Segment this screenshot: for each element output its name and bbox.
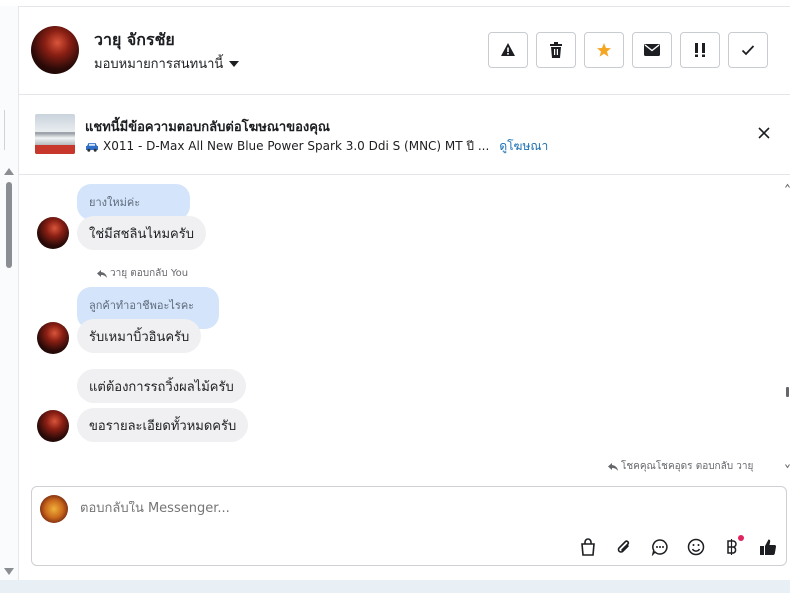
like-button[interactable] xyxy=(756,535,780,559)
trash-icon xyxy=(550,42,562,58)
chevron-down-icon xyxy=(229,60,240,67)
contact-avatar[interactable] xyxy=(31,26,79,74)
delete-button[interactable] xyxy=(536,32,576,68)
message-bubble[interactable]: ใช่มีสชลินไหมครับ xyxy=(77,216,206,250)
warning-icon xyxy=(501,43,515,56)
chat-bubble-icon xyxy=(651,539,668,556)
bottom-edge xyxy=(0,580,790,593)
smiley-icon xyxy=(687,538,705,556)
star-icon xyxy=(597,43,611,57)
payment-button[interactable] xyxy=(720,535,744,559)
notification-dot xyxy=(738,535,744,541)
baht-icon xyxy=(727,539,737,555)
message-bubble[interactable]: แต่ต้องการรถวิ้งผลไม้ครับ xyxy=(77,369,246,403)
message-bubble[interactable]: ขอรายละเอียดทั้วหมดครับ xyxy=(77,408,249,442)
close-icon[interactable] xyxy=(756,125,772,141)
attach-button[interactable] xyxy=(612,535,636,559)
ad-thumbnail xyxy=(35,114,75,154)
mail-icon xyxy=(644,44,660,56)
composer-toolbar xyxy=(576,535,780,559)
reply-arrow-icon xyxy=(97,269,107,278)
ad-banner-title: แชทนี้มีข้อความตอบกลับต่อโฆษณาของคุณ xyxy=(85,120,330,135)
reply-input[interactable] xyxy=(80,501,730,516)
quoted-message[interactable]: ยางใหม่ค่ะ xyxy=(77,184,190,220)
mark-unread-button[interactable] xyxy=(632,32,672,68)
follow-up-button[interactable] xyxy=(680,32,720,68)
star-button[interactable] xyxy=(584,32,624,68)
message-bubble[interactable]: รับเหมาบิ้วอินครับ xyxy=(77,319,202,353)
sender-avatar[interactable] xyxy=(37,322,69,354)
assign-conversation-dropdown[interactable]: มอบหมายการสนทนานี้ xyxy=(94,53,240,74)
header-actions xyxy=(488,32,768,68)
mark-done-button[interactable] xyxy=(728,32,768,68)
mark-spam-button[interactable] xyxy=(488,32,528,68)
reply-arrow-icon xyxy=(608,462,618,471)
conversation-header: วายุ จักรชัย มอบหมายการสนทนานี้ xyxy=(19,6,790,95)
contact-name[interactable]: วายุ จักรชัย xyxy=(94,28,175,53)
chat-scrollbar[interactable] xyxy=(4,168,14,578)
follow-up-icon xyxy=(695,43,705,57)
reply-indicator-text: โชคคุณโชคอุดร ตอบกลับ วายุ xyxy=(621,461,754,472)
page-avatar xyxy=(40,495,68,523)
shop-button[interactable] xyxy=(576,535,600,559)
thumbs-up-icon xyxy=(760,539,777,556)
emoji-button[interactable] xyxy=(684,535,708,559)
message-thread: ยางใหม่ค่ะ ใช่มีสชลินไหมครับ วายุ ตอบกลั… xyxy=(19,175,790,485)
paperclip-icon xyxy=(617,540,630,553)
assign-label: มอบหมายการสนทนานี้ xyxy=(94,57,224,72)
scrollbar-thumb[interactable] xyxy=(6,182,12,268)
saved-replies-button[interactable] xyxy=(648,535,672,559)
ad-reply-banner: แชทนี้มีข้อความตอบกลับต่อโฆษณาของคุณ X01… xyxy=(19,95,790,175)
view-ad-link[interactable]: ดูโฆษณา xyxy=(499,137,548,156)
ad-product-line: X011 - D-Max All New Blue Power Spark 3.… xyxy=(85,137,548,156)
reply-composer xyxy=(31,486,787,566)
reply-indicator: โชคคุณโชคอุดร ตอบกลับ วายุ xyxy=(608,459,753,474)
sender-avatar[interactable] xyxy=(37,217,69,249)
sender-avatar[interactable] xyxy=(37,410,69,442)
scroll-up-icon[interactable] xyxy=(4,168,14,175)
ad-product-name: X011 - D-Max All New Blue Power Spark 3.… xyxy=(103,139,490,153)
reply-indicator: วายุ ตอบกลับ You xyxy=(97,266,188,281)
reply-indicator-text: วายุ ตอบกลับ You xyxy=(110,268,189,279)
car-icon xyxy=(86,142,98,152)
panel-divider xyxy=(0,110,5,150)
check-icon xyxy=(741,45,755,56)
scroll-down-icon[interactable] xyxy=(4,568,14,575)
shopping-bag-icon xyxy=(581,538,595,556)
